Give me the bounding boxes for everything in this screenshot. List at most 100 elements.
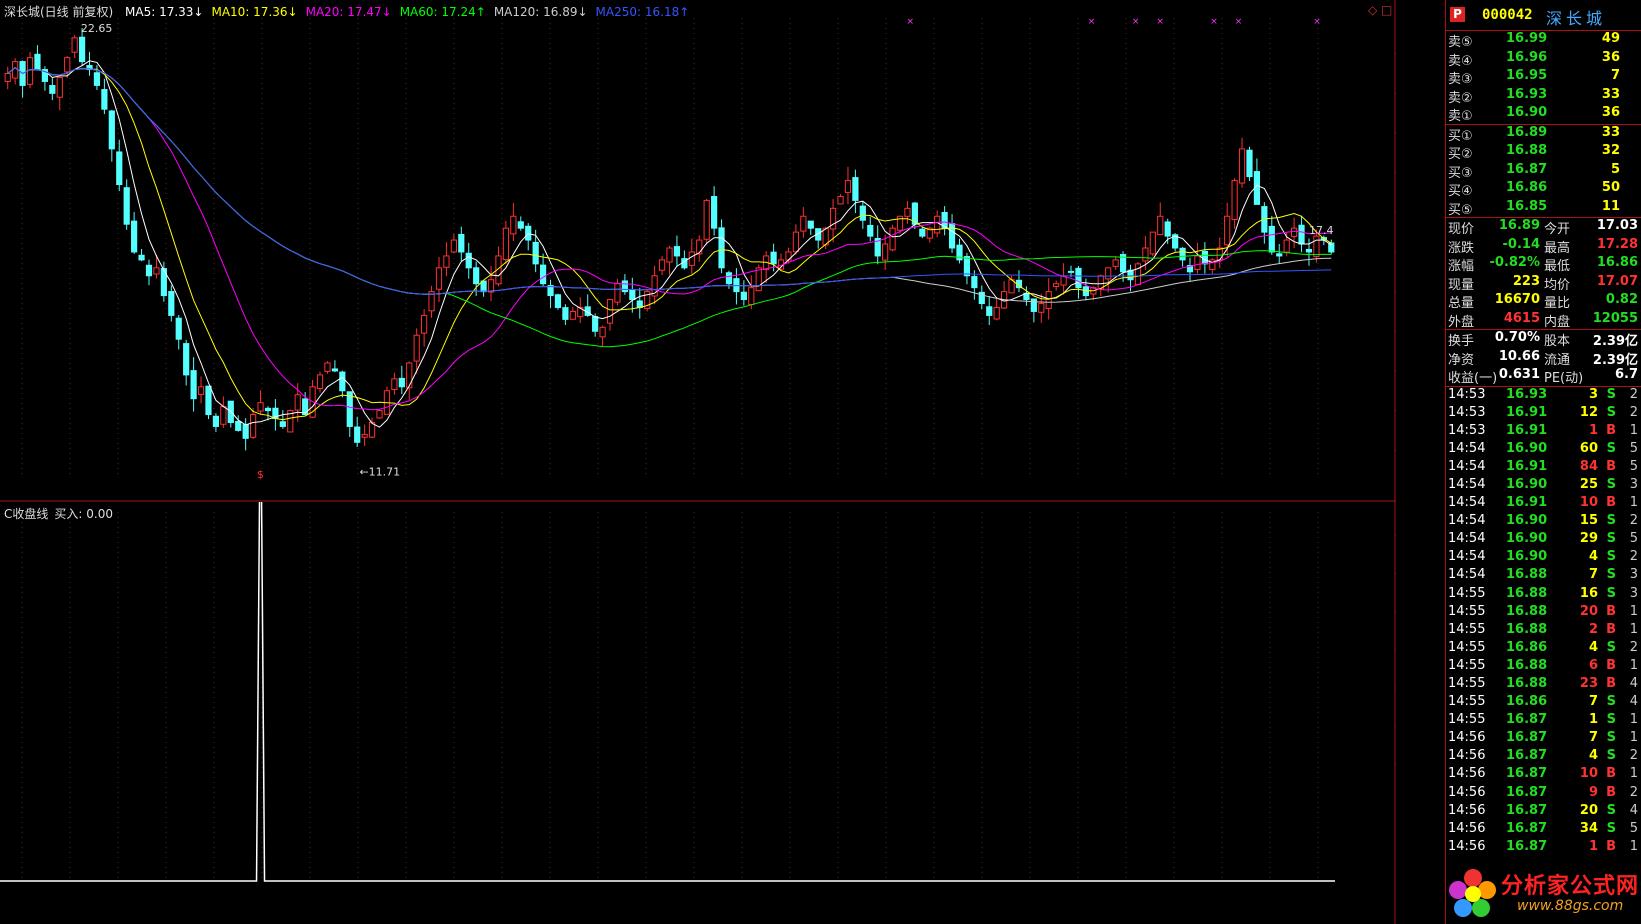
trade-row[interactable]: 14:55 16.88 2 B 1 (1446, 622, 1641, 640)
stat-label: 均价 (1544, 277, 1571, 293)
trade-row[interactable]: 14:54 16.90 25 S 3 (1446, 477, 1641, 495)
bid-price: 16.89 (1506, 124, 1548, 140)
stat-value: 6.7 (1614, 367, 1638, 382)
trade-row[interactable]: 14:55 16.88 20 B 1 (1446, 604, 1641, 622)
stock-name: 深长城 (1546, 9, 1607, 28)
bid-row[interactable]: 买④ 16.86 50 (1446, 180, 1641, 199)
candle (688, 251, 695, 266)
trade-row[interactable]: 14:53 16.91 1 B 1 (1446, 423, 1641, 441)
candle (532, 241, 539, 265)
candle (1067, 270, 1075, 273)
trade-time: 14:54 (1448, 531, 1486, 547)
candle (34, 53, 41, 71)
bid-row[interactable]: 买③ 16.87 5 (1446, 162, 1641, 181)
trade-row[interactable]: 14:56 16.87 4 S 2 (1446, 748, 1641, 766)
trade-volume: 7 (1588, 694, 1598, 710)
trade-price: 16.88 (1506, 585, 1548, 601)
trade-row[interactable]: 14:55 16.86 7 S 4 (1446, 694, 1641, 712)
trade-volume: 7 (1588, 567, 1598, 583)
candle (235, 420, 242, 431)
stat-label: 收益(一) (1448, 371, 1498, 386)
trade-volume: 4 (1588, 748, 1598, 764)
ask-row[interactable]: 卖① 16.90 36 (1446, 105, 1641, 124)
ask-row[interactable]: 卖⑤ 16.99 49 (1446, 31, 1641, 50)
stat-value: 2.39亿 (1592, 334, 1638, 349)
candle (844, 180, 852, 193)
trade-row[interactable]: 14:55 16.87 1 S 1 (1446, 712, 1641, 730)
p-icon[interactable]: P (1450, 7, 1465, 22)
stat-value: 2.39亿 (1592, 352, 1638, 368)
tick-trades[interactable]: 14:53 16.93 3 S 2 14:53 16.91 12 S 2 14:53 16.91 1 B 1… (1446, 387, 1641, 857)
trade-row[interactable]: 14:56 16.87 1 B 1 (1446, 839, 1641, 857)
trade-row[interactable]: 14:54 16.88 7 S 3 (1446, 567, 1641, 585)
indicator-chart[interactable]: 1.000.900.800.700.600.500.400.300.19 (0, 502, 1396, 924)
stat-value: 223 (1512, 273, 1540, 289)
trade-side: S (1606, 531, 1616, 547)
trade-price: 16.88 (1506, 621, 1548, 637)
candle (212, 415, 220, 427)
trade-side: S (1606, 820, 1616, 836)
stat-value: 16.86 (1596, 255, 1638, 270)
stat-row: 现量 223 均价 17.07 (1446, 274, 1641, 293)
trade-time: 14:53 (1448, 386, 1486, 402)
ask-volume: 36 (1601, 105, 1620, 120)
trade-price: 16.91 (1506, 422, 1548, 438)
indicator-buy-value: 买入: 0.00 (54, 507, 113, 521)
chart-title: 深长城(日线 前复权) (4, 5, 114, 19)
ask-row[interactable]: 卖③ 16.95 7 (1446, 68, 1641, 87)
stat-value: 16.89 (1498, 218, 1540, 233)
candle (406, 362, 413, 389)
trade-row[interactable]: 14:55 16.88 16 S 3 (1446, 586, 1641, 604)
trade-row[interactable]: 14:54 16.90 4 S 2 (1446, 549, 1641, 567)
trade-row[interactable]: 14:56 16.87 10 B 1 (1446, 766, 1641, 784)
trade-volume: 15 (1579, 513, 1598, 529)
stat-label: 涨跌 (1448, 240, 1475, 256)
bid-row[interactable]: 买② 16.88 32 (1446, 143, 1641, 162)
candle (78, 36, 86, 63)
trade-price: 16.86 (1506, 694, 1548, 710)
trade-volume: 60 (1579, 440, 1598, 456)
stat-row: 总量 16670 量比 0.82 (1446, 292, 1641, 311)
trade-time: 14:55 (1448, 657, 1486, 673)
trade-time: 14:54 (1448, 440, 1486, 456)
ma-legend-item: MA10: 17.36↓ (211, 5, 298, 19)
price-chart[interactable]: 22.0021.0020.0019.0018.0017.0016.0015.00… (0, 0, 1396, 502)
trade-row[interactable]: 14:56 16.87 9 B 2 (1446, 785, 1641, 803)
trade-row[interactable]: 14:54 16.91 10 B 1 (1446, 495, 1641, 513)
trade-row[interactable]: 14:54 16.90 60 S 5 (1446, 441, 1641, 459)
candle (1276, 253, 1283, 257)
trade-row[interactable]: 14:55 16.86 4 S 2 (1446, 640, 1641, 658)
trade-side: B (1606, 621, 1616, 637)
trade-row[interactable]: 14:54 16.90 15 S 2 (1446, 513, 1641, 531)
quote-stats: 现价 16.89 今开 17.03 涨跌 -0.14 最高 17.28 涨幅 -0.82% 最低 16… (1446, 218, 1641, 330)
trade-row[interactable]: 14:56 16.87 7 S 1 (1446, 730, 1641, 748)
bid-label: 买① (1448, 128, 1473, 144)
candle (666, 247, 673, 263)
candle (1201, 250, 1208, 265)
trade-count: 4 (1629, 802, 1638, 818)
stat-value: -0.14 (1502, 236, 1540, 252)
bid-row[interactable]: 买⑤ 16.85 11 (1446, 199, 1641, 218)
trade-row[interactable]: 14:56 16.87 34 S 5 (1446, 821, 1641, 839)
trade-side: S (1606, 585, 1616, 601)
bid-row[interactable]: 买① 16.89 33 (1446, 125, 1641, 144)
ask-row[interactable]: 卖② 16.93 33 (1446, 87, 1641, 106)
candle (249, 414, 257, 438)
trade-price: 16.87 (1506, 838, 1548, 854)
candle (592, 316, 599, 332)
trade-row[interactable]: 14:54 16.91 84 B 5 (1446, 459, 1641, 477)
candle (599, 326, 606, 338)
trade-row[interactable]: 14:55 16.88 6 B 1 (1446, 658, 1641, 676)
trade-count: 4 (1629, 694, 1638, 710)
stat-label: PE(动) (1544, 371, 1584, 386)
trade-row[interactable]: 14:55 16.88 23 B 4 (1446, 676, 1641, 694)
trade-row[interactable]: 14:54 16.90 29 S 5 (1446, 531, 1641, 549)
ask-row[interactable]: 卖④ 16.96 36 (1446, 50, 1641, 69)
trade-price: 16.87 (1506, 730, 1548, 746)
stat-value: 10.66 (1498, 348, 1540, 364)
trade-row[interactable]: 14:56 16.87 20 S 4 (1446, 803, 1641, 821)
trade-row[interactable]: 14:53 16.91 12 S 2 (1446, 405, 1641, 423)
trade-row[interactable]: 14:53 16.93 3 S 2 (1446, 387, 1641, 405)
ask-volume: 33 (1601, 86, 1620, 102)
panel-controls-icon[interactable]: ◇ □ (1368, 3, 1392, 17)
